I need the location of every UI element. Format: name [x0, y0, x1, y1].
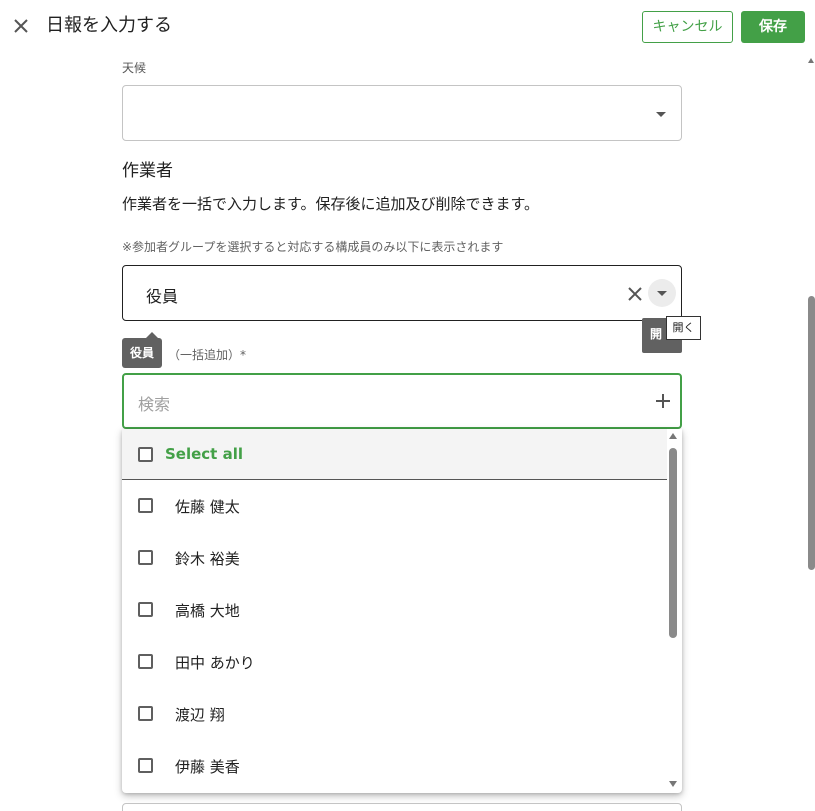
open-dropdown-button[interactable]: [648, 279, 676, 307]
item-label: 伊藤 美香: [175, 758, 240, 776]
participant-group-select[interactable]: 役員: [122, 265, 682, 321]
group-note: ※参加者グループを選択すると対応する構成員のみ以下に表示されます: [122, 240, 504, 254]
page-scroll-up-arrow[interactable]: [808, 58, 814, 63]
dropdown-scroll-up-arrow[interactable]: [669, 433, 677, 439]
clear-icon: [628, 287, 642, 301]
weather-label: 天候: [122, 61, 147, 75]
page-title: 日報を入力する: [46, 15, 172, 36]
item-label: 田中 あかり: [175, 654, 255, 672]
list-item[interactable]: 田中 あかり: [122, 636, 667, 688]
next-field-outline: [122, 803, 682, 811]
workers-section-title: 作業者: [122, 161, 173, 181]
item-label: 高橋 大地: [175, 602, 240, 620]
item-label: 佐藤 健太: [175, 498, 240, 516]
group-chip-tooltip: 役員: [122, 332, 162, 368]
worker-search-input[interactable]: 検索: [122, 373, 682, 429]
search-placeholder: 検索: [138, 395, 171, 414]
list-item[interactable]: 佐藤 健太: [122, 480, 667, 532]
weather-select[interactable]: [122, 85, 682, 141]
item-checkbox[interactable]: [138, 498, 153, 513]
caret-down-icon: [656, 112, 666, 117]
plus-icon: [656, 394, 670, 408]
add-button[interactable]: [653, 391, 673, 411]
daily-report-dialog: 日報を入力する キャンセル 保存 天候 作業者 作業者を一括で入力します。保存後…: [0, 0, 815, 811]
close-icon: [14, 19, 28, 33]
item-label: 渡辺 翔: [175, 706, 225, 724]
page-scrollbar-thumb[interactable]: [808, 296, 815, 570]
worker-dropdown-list: Select all 佐藤 健太 鈴木 裕美 高橋 大地 田中 あかり 渡辺 翔…: [122, 429, 682, 793]
item-checkbox[interactable]: [138, 758, 153, 773]
item-checkbox[interactable]: [138, 654, 153, 669]
workers-section-description: 作業者を一括で入力します。保存後に追加及び削除できます。: [122, 195, 540, 213]
dropdown-scroll-down-arrow[interactable]: [669, 781, 677, 787]
dropdown-scrollbar-thumb[interactable]: [669, 448, 677, 638]
list-item[interactable]: 渡辺 翔: [122, 688, 667, 740]
caret-down-icon: [657, 291, 667, 296]
clear-selection-button[interactable]: [625, 284, 645, 304]
item-checkbox[interactable]: [138, 602, 153, 617]
list-item[interactable]: 高橋 大地: [122, 584, 667, 636]
item-label: 鈴木 裕美: [175, 550, 240, 568]
cancel-button[interactable]: キャンセル: [642, 11, 733, 43]
select-all-row[interactable]: Select all: [122, 429, 667, 480]
workers-field-label: （一括追加）*: [168, 348, 247, 362]
open-tooltip-browser: 開く: [666, 316, 701, 340]
close-button[interactable]: [10, 15, 32, 37]
list-item[interactable]: 伊藤 美香: [122, 740, 667, 792]
list-item[interactable]: 鈴木 裕美: [122, 532, 667, 584]
item-checkbox[interactable]: [138, 706, 153, 721]
select-all-checkbox[interactable]: [138, 447, 153, 462]
save-button[interactable]: 保存: [741, 11, 805, 43]
group-select-value: 役員: [146, 287, 179, 306]
select-all-label: Select all: [165, 445, 243, 463]
item-checkbox[interactable]: [138, 550, 153, 565]
